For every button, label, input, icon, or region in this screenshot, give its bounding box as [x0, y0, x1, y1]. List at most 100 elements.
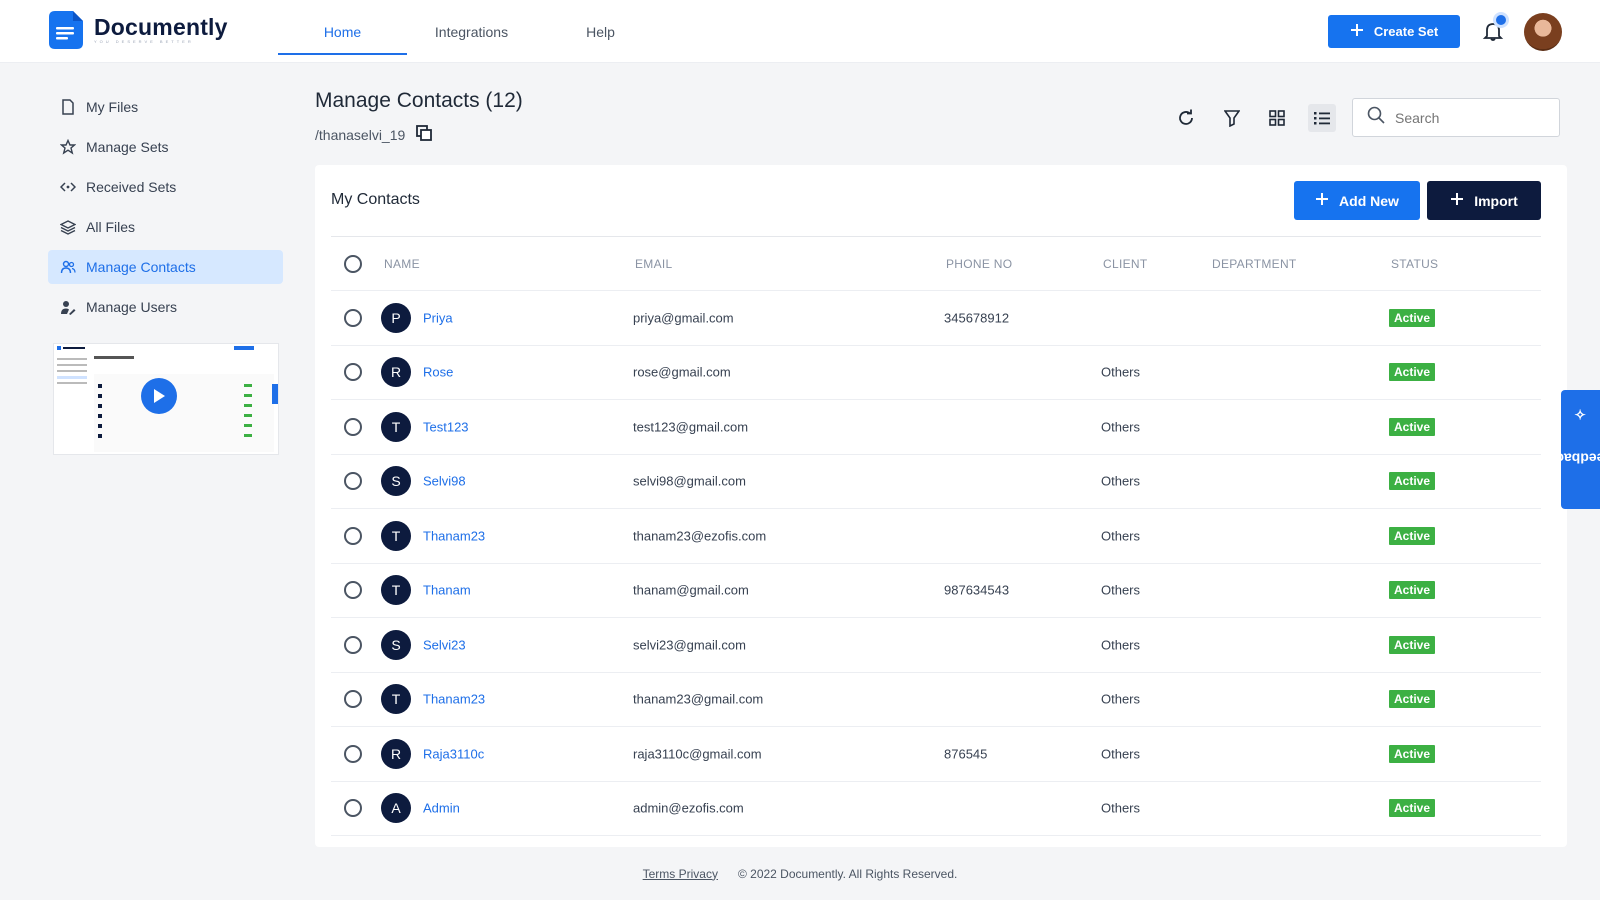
- status-badge: Active: [1389, 581, 1436, 600]
- sidebar-item-manage-sets[interactable]: Manage Sets: [48, 130, 283, 164]
- contact-name-link[interactable]: Selvi23: [423, 637, 466, 652]
- copy-icon[interactable]: [415, 124, 433, 145]
- contact-name-link[interactable]: Test123: [423, 419, 469, 434]
- status-badge: Active: [1389, 308, 1436, 327]
- contact-name-link[interactable]: Priya: [423, 310, 453, 325]
- tutorial-video-thumbnail[interactable]: [53, 343, 279, 455]
- add-new-button[interactable]: Add New: [1294, 181, 1420, 220]
- import-button[interactable]: Import: [1427, 181, 1541, 220]
- search-input[interactable]: [1395, 109, 1545, 126]
- contact-name-link[interactable]: Selvi98: [423, 474, 466, 489]
- contact-phone: 345678912: [944, 310, 1010, 326]
- contact-client: Others: [1101, 800, 1141, 816]
- row-select-radio[interactable]: [344, 526, 362, 545]
- contact-email: thanam@gmail.com: [633, 582, 749, 598]
- row-select-radio[interactable]: [344, 417, 362, 436]
- sidebar-item-all-files[interactable]: All Files: [48, 210, 283, 244]
- sidebar-item-label: Manage Sets: [86, 139, 169, 155]
- column-header-email[interactable]: EMAIL: [635, 257, 673, 271]
- column-header-client[interactable]: CLIENT: [1103, 257, 1147, 271]
- avatar: P: [381, 302, 411, 333]
- list-view-icon[interactable]: [1308, 104, 1336, 132]
- grid-view-icon[interactable]: [1263, 104, 1291, 132]
- file-icon: [60, 99, 76, 115]
- table-row[interactable]: R Raja3110c raja3110c@gmail.com 876545 Other…: [331, 727, 1541, 782]
- status-badge: Active: [1389, 472, 1436, 491]
- contact-name-link[interactable]: Admin: [423, 801, 460, 816]
- contact-name-link[interactable]: Rose: [423, 365, 453, 380]
- table-row[interactable]: T Thanam thanam@gmail.com 987634543 Others Ac…: [331, 564, 1541, 618]
- sparkle-icon: ✧: [1574, 406, 1587, 423]
- plus-icon: [1315, 192, 1329, 209]
- sidebar-item-manage-users[interactable]: Manage Users: [48, 290, 283, 324]
- row-select-radio[interactable]: [344, 472, 362, 491]
- row-select-radio[interactable]: [344, 690, 362, 709]
- sidebar-item-manage-contacts[interactable]: Manage Contacts: [48, 250, 283, 284]
- users-icon: [60, 259, 76, 275]
- footer: Terms Privacy © 2022 Documently. All Rig…: [0, 847, 1600, 900]
- tab-home[interactable]: Home: [278, 0, 407, 63]
- contact-client: Others: [1101, 746, 1141, 762]
- row-select-radio[interactable]: [344, 799, 362, 818]
- create-set-button[interactable]: Create Set: [1328, 15, 1460, 48]
- column-header-status[interactable]: STATUS: [1391, 257, 1438, 271]
- table-row[interactable]: T Thanam23 thanam23@gmail.com Others Active: [331, 673, 1541, 727]
- brand-name: Documently: [94, 14, 228, 40]
- avatar: A: [381, 793, 411, 824]
- contact-email: raja3110c@gmail.com: [633, 746, 762, 762]
- sidebar-item-label: Manage Users: [86, 299, 178, 315]
- play-icon[interactable]: [141, 378, 177, 414]
- contact-name-link[interactable]: Thanam: [423, 583, 471, 598]
- sidebar-item-received-sets[interactable]: Received Sets: [48, 170, 283, 204]
- brand-logo[interactable]: Documently YOU DESERVE BETTER: [47, 9, 228, 51]
- contact-name-link[interactable]: Raja3110c: [423, 746, 484, 761]
- contact-client: Others: [1101, 691, 1141, 707]
- terms-privacy-link[interactable]: Terms Privacy: [643, 867, 718, 881]
- contact-email: selvi98@gmail.com: [633, 473, 746, 489]
- feedback-label: Feedback: [1548, 450, 1600, 467]
- column-header-name[interactable]: NAME: [384, 257, 420, 271]
- refresh-icon[interactable]: [1172, 104, 1200, 132]
- row-select-radio[interactable]: [344, 363, 362, 382]
- layers-icon: [60, 219, 76, 235]
- status-badge: Active: [1389, 744, 1436, 763]
- tab-help[interactable]: Help: [536, 0, 665, 63]
- sidebar-item-label: My Files: [86, 99, 139, 115]
- sidebar-item-label: Received Sets: [86, 179, 177, 195]
- avatar: T: [381, 411, 411, 442]
- copyright-text: © 2022 Documently. All Rights Reserved.: [737, 866, 958, 881]
- feedback-tab[interactable]: Feedback ✧: [1548, 390, 1600, 509]
- contact-client: Others: [1101, 528, 1141, 544]
- table-row[interactable]: P Priya priya@gmail.com 345678912 Active: [331, 291, 1541, 346]
- sidebar-item-label: Manage Contacts: [86, 259, 196, 275]
- contact-phone: 876545: [944, 746, 988, 762]
- sidebar-item-label: All Files: [86, 219, 136, 235]
- search-box[interactable]: [1352, 98, 1560, 137]
- status-badge: Active: [1389, 526, 1436, 545]
- brand-tagline: YOU DESERVE BETTER: [94, 39, 194, 44]
- user-avatar[interactable]: [1524, 13, 1562, 51]
- table-row[interactable]: T Thanam23 thanam23@ezofis.com Others Active: [331, 509, 1541, 564]
- contact-name-link[interactable]: Thanam23: [423, 692, 485, 707]
- table-row[interactable]: S Selvi23 selvi23@gmail.com Others Active: [331, 618, 1541, 673]
- top-header: Documently YOU DESERVE BETTER Home Integ…: [0, 0, 1600, 63]
- table-row[interactable]: A Admin admin@ezofis.com Others Active: [331, 782, 1541, 836]
- column-header-department[interactable]: DEPARTMENT: [1212, 257, 1297, 271]
- filter-icon[interactable]: [1218, 104, 1246, 132]
- select-all-radio[interactable]: [344, 254, 362, 273]
- table-row[interactable]: S Selvi98 selvi98@gmail.com Others Active: [331, 455, 1541, 509]
- avatar: T: [381, 520, 411, 551]
- table-row[interactable]: T Test123 test123@gmail.com Others Active: [331, 400, 1541, 455]
- column-header-phone[interactable]: PHONE NO: [946, 257, 1012, 271]
- avatar: R: [381, 357, 411, 388]
- row-select-radio[interactable]: [344, 635, 362, 654]
- avatar: R: [381, 738, 411, 769]
- tab-integrations[interactable]: Integrations: [407, 0, 536, 63]
- row-select-radio[interactable]: [344, 581, 362, 600]
- row-select-radio[interactable]: [344, 308, 362, 327]
- status-badge: Active: [1389, 635, 1436, 654]
- table-row[interactable]: R Rose rose@gmail.com Others Active: [331, 346, 1541, 400]
- sidebar-item-my-files[interactable]: My Files: [48, 90, 283, 124]
- contact-name-link[interactable]: Thanam23: [423, 528, 485, 543]
- row-select-radio[interactable]: [344, 744, 362, 763]
